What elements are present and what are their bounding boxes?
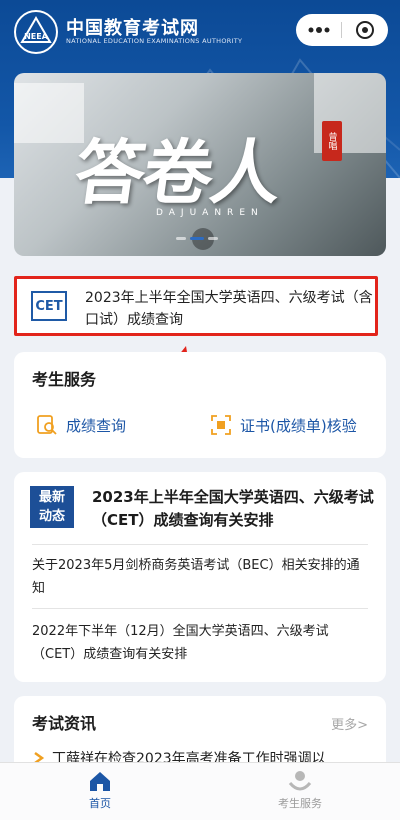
neea-logo: NEEA	[14, 10, 58, 54]
home-icon	[90, 772, 110, 791]
latest-badge: 最新 动态	[30, 486, 74, 528]
carousel-dot[interactable]	[190, 237, 204, 240]
more-dots-icon	[308, 27, 329, 33]
divider	[32, 544, 368, 545]
promo-banner[interactable]: 答卷人 曾唱 DAJUANREN	[14, 73, 386, 256]
candidate-services-card: 考生服务 成绩查询 证书(成绩单)核验	[14, 352, 386, 458]
banner-subtitle: DAJUANREN	[156, 208, 264, 218]
miniapp-capsule	[296, 14, 388, 46]
service-heart-icon	[288, 771, 312, 791]
cet-logo-icon: CET	[31, 291, 67, 321]
carousel-dot[interactable]	[176, 237, 186, 240]
more-link[interactable]: 更多>	[331, 714, 368, 733]
certificate-verify-button[interactable]: 证书(成绩单)核验	[210, 414, 357, 436]
badge-line-2: 动态	[38, 509, 65, 524]
badge-line-1: 最新	[38, 490, 65, 505]
latest-news-card: 最新 动态 2023年上半年全国大学英语四、六级考试（CET）成绩查询有关安排 …	[14, 472, 386, 682]
news-headline[interactable]: 2023年上半年全国大学英语四、六级考试（CET）成绩查询有关安排	[92, 486, 374, 532]
bottom-tab-bar: 首页 考生服务	[0, 762, 400, 820]
banner-title: 答卷人	[69, 131, 286, 214]
tab-home-label: 首页	[89, 797, 111, 810]
certificate-verify-icon	[211, 415, 231, 435]
tab-services-label: 考生服务	[278, 797, 322, 810]
tab-services[interactable]: 考生服务	[250, 769, 350, 811]
banner-seal: 曾唱	[322, 121, 342, 161]
score-search-button[interactable]: 成绩查询	[36, 414, 126, 436]
divider	[32, 608, 368, 609]
info-title: 考试资讯	[32, 714, 97, 733]
notice-text: 2023年上半年全国大学英语四、六级考试（含口试）成绩查询	[85, 290, 373, 328]
more-button[interactable]	[296, 14, 341, 46]
score-search-icon	[37, 415, 57, 435]
cet-score-notice[interactable]: CET 2023年上半年全国大学英语四、六级考试（含口试）成绩查询	[14, 276, 378, 336]
svg-text:NEEA: NEEA	[24, 32, 49, 41]
target-circle-icon	[355, 21, 374, 39]
news-item[interactable]: 2022年下半年（12月）全国大学英语四、六级考试（CET）成绩查询有关安排	[32, 620, 372, 666]
carousel-indicator	[176, 237, 218, 240]
tab-home[interactable]: 首页	[50, 769, 150, 811]
score-search-label: 成绩查询	[66, 416, 127, 435]
window-light	[14, 83, 84, 143]
services-title: 考生服务	[32, 370, 97, 389]
brand-name-en: NATIONAL EDUCATION EXAMINATIONS AUTHORIT…	[66, 37, 243, 45]
news-item[interactable]: 关于2023年5月剑桥商务英语考试（BEC）相关安排的通知	[32, 554, 372, 600]
close-miniapp-button[interactable]	[342, 14, 387, 46]
carousel-dot[interactable]	[208, 237, 218, 240]
certificate-verify-label: 证书(成绩单)核验	[240, 416, 357, 435]
